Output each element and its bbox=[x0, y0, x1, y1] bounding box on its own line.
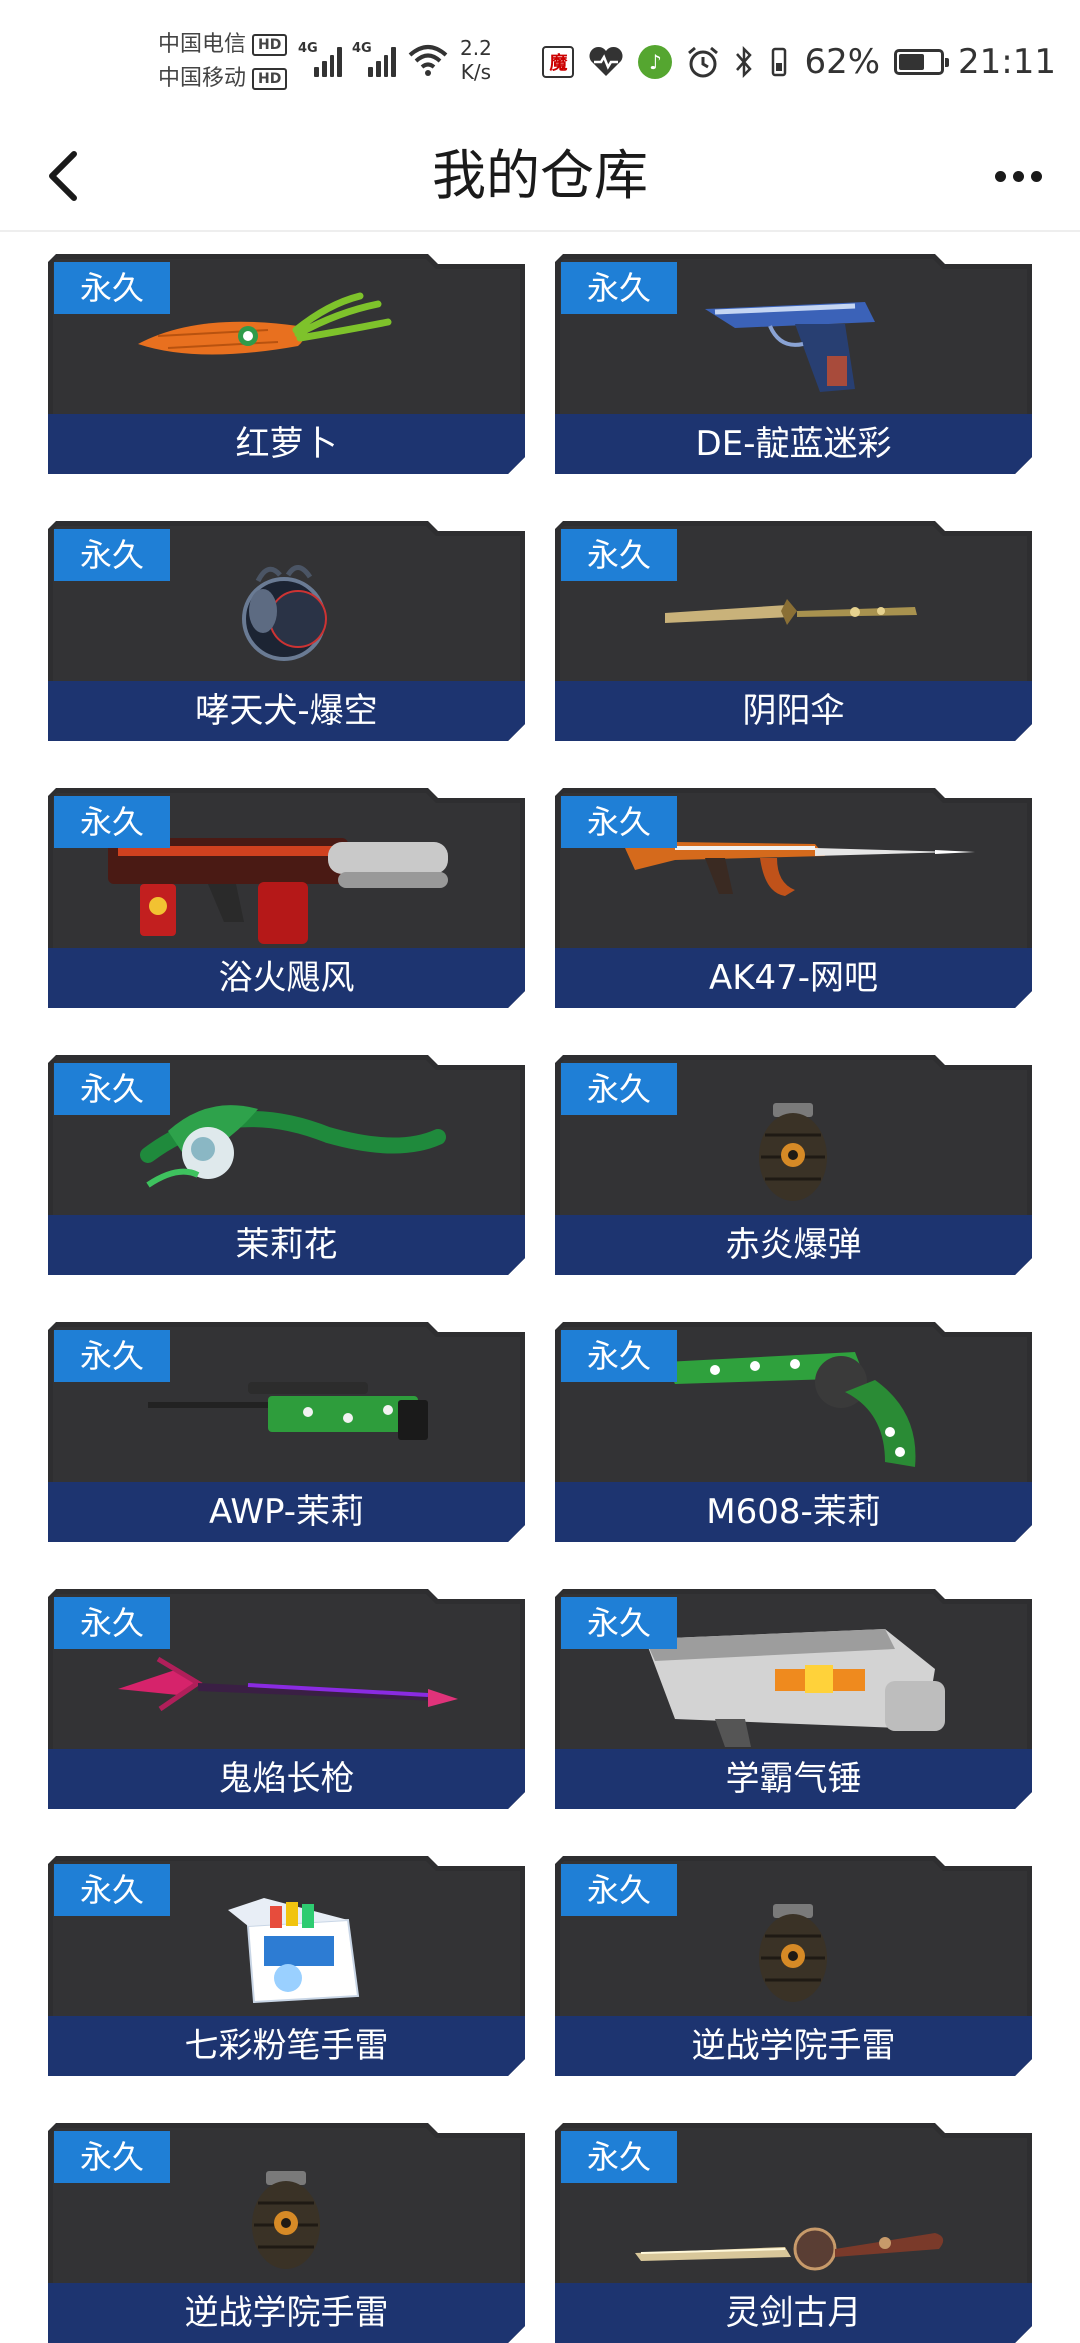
vibrate-icon bbox=[772, 47, 787, 77]
carrier-info: 中国电信 HD 中国移动 HD bbox=[158, 28, 288, 96]
item-card[interactable]: 永久 鬼焰长枪 bbox=[48, 1589, 525, 1809]
item-name: 逆战学院手雷 bbox=[184, 2293, 389, 2333]
signal-icon: 4G bbox=[352, 41, 396, 77]
item-name: AWP-茉莉 bbox=[208, 1492, 365, 1532]
item-name-bar: DE-靛蓝迷彩 bbox=[555, 414, 1032, 474]
permanent-badge: 永久 bbox=[561, 262, 677, 314]
permanent-badge: 永久 bbox=[561, 1063, 677, 1115]
permanent-badge: 永久 bbox=[54, 2131, 170, 2183]
item-name-bar: 茉莉花 bbox=[48, 1215, 525, 1275]
item-name: DE-靛蓝迷彩 bbox=[695, 424, 892, 464]
item-name: 逆战学院手雷 bbox=[691, 2026, 896, 2066]
permanent-badge: 永久 bbox=[561, 529, 677, 581]
game-app-icon: 魔 bbox=[542, 46, 575, 78]
item-card[interactable]: 永久 红萝卜 bbox=[48, 254, 525, 474]
item-name-bar: 浴火飓风 bbox=[48, 948, 525, 1008]
item-name: 浴火飓风 bbox=[218, 958, 355, 998]
permanent-badge: 永久 bbox=[561, 1330, 677, 1382]
item-card[interactable]: 永久 赤炎爆弹 bbox=[555, 1055, 1032, 1275]
item-name-bar: AWP-茉莉 bbox=[48, 1482, 525, 1542]
item-name-bar: 哮天犬-爆空 bbox=[48, 681, 525, 741]
network-icons: 4G 4G 2.2 K/s bbox=[298, 30, 492, 90]
item-name: 灵剑古月 bbox=[725, 2293, 862, 2333]
network-type-label: 4G bbox=[298, 41, 318, 56]
item-name-bar: 灵剑古月 bbox=[555, 2283, 1032, 2343]
item-card[interactable]: 永久 灵剑古月 bbox=[555, 2123, 1032, 2343]
item-name: 阴阳伞 bbox=[742, 691, 845, 731]
status-bar: 中国电信 HD 中国移动 HD 4G 4G 2.2 K/s 魔 ♪ 62% 21… bbox=[0, 0, 1080, 122]
item-card[interactable]: 永久 学霸气锤 bbox=[555, 1589, 1032, 1809]
carrier-1: 中国电信 bbox=[158, 32, 247, 57]
item-name: 红萝卜 bbox=[235, 424, 338, 464]
item-card[interactable]: 永久 AK47-网吧 bbox=[555, 788, 1032, 1008]
permanent-badge: 永久 bbox=[561, 1864, 677, 1916]
item-card[interactable]: 永久 逆战学院手雷 bbox=[555, 1856, 1032, 2076]
hd-badge: HD bbox=[252, 34, 288, 56]
item-name-bar: 阴阳伞 bbox=[555, 681, 1032, 741]
item-card[interactable]: 永久 AWP-茉莉 bbox=[48, 1322, 525, 1542]
more-icon bbox=[994, 170, 1006, 182]
item-name: 学霸气锤 bbox=[725, 1759, 862, 1799]
permanent-badge: 永久 bbox=[54, 1063, 170, 1115]
item-card[interactable]: 永久 阴阳伞 bbox=[555, 521, 1032, 741]
item-name: AK47-网吧 bbox=[708, 958, 879, 998]
item-name-bar: 逆战学院手雷 bbox=[48, 2283, 525, 2343]
item-card[interactable]: 永久 浴火飓风 bbox=[48, 788, 525, 1008]
permanent-badge: 永久 bbox=[561, 796, 677, 848]
item-card[interactable]: 永久 哮天犬-爆空 bbox=[48, 521, 525, 741]
app-header: 我的仓库 bbox=[0, 122, 1080, 232]
item-name: 茉莉花 bbox=[235, 1225, 338, 1265]
item-name-bar: 赤炎爆弹 bbox=[555, 1215, 1032, 1275]
item-name-bar: 学霸气锤 bbox=[555, 1749, 1032, 1809]
hd-badge: HD bbox=[252, 68, 288, 90]
item-name: 鬼焰长枪 bbox=[218, 1759, 355, 1799]
item-card[interactable]: 永久 DE-靛蓝迷彩 bbox=[555, 254, 1032, 474]
item-name: M608-茉莉 bbox=[706, 1492, 881, 1532]
item-name-bar: 鬼焰长枪 bbox=[48, 1749, 525, 1809]
item-name-bar: AK47-网吧 bbox=[555, 948, 1032, 1008]
permanent-badge: 永久 bbox=[54, 1330, 170, 1382]
item-name-bar: M608-茉莉 bbox=[555, 1482, 1032, 1542]
item-name: 七彩粉笔手雷 bbox=[184, 2026, 389, 2066]
permanent-badge: 永久 bbox=[54, 262, 170, 314]
permanent-badge: 永久 bbox=[54, 1597, 170, 1649]
item-name-bar: 七彩粉笔手雷 bbox=[48, 2016, 525, 2076]
wifi-icon bbox=[408, 45, 448, 76]
alarm-icon bbox=[688, 46, 719, 78]
item-name-bar: 红萝卜 bbox=[48, 414, 525, 474]
permanent-badge: 永久 bbox=[561, 2131, 677, 2183]
item-card[interactable]: 永久 茉莉花 bbox=[48, 1055, 525, 1275]
item-name-bar: 逆战学院手雷 bbox=[555, 2016, 1032, 2076]
permanent-badge: 永久 bbox=[54, 1864, 170, 1916]
clock-time: 21:11 bbox=[958, 42, 1056, 82]
network-type-label: 4G bbox=[352, 41, 372, 56]
permanent-badge: 永久 bbox=[54, 529, 170, 581]
health-icon bbox=[589, 46, 623, 76]
music-app-icon: ♪ bbox=[638, 45, 673, 79]
battery-icon bbox=[894, 49, 950, 75]
item-card[interactable]: 永久 M608-茉莉 bbox=[555, 1322, 1032, 1542]
signal-icon: 4G bbox=[298, 41, 342, 77]
item-name: 赤炎爆弹 bbox=[725, 1225, 862, 1265]
permanent-badge: 永久 bbox=[54, 796, 170, 848]
status-right: 魔 ♪ 62% 21:11 bbox=[542, 40, 1056, 84]
page-title: 我的仓库 bbox=[432, 144, 648, 207]
network-speed: 2.2 K/s bbox=[460, 36, 492, 84]
bluetooth-icon bbox=[736, 45, 753, 79]
more-options-button[interactable] bbox=[986, 152, 1050, 200]
item-card[interactable]: 永久 逆战学院手雷 bbox=[48, 2123, 525, 2343]
carrier-2: 中国移动 bbox=[158, 66, 247, 91]
battery-percent: 62% bbox=[804, 42, 881, 82]
item-name: 哮天犬-爆空 bbox=[195, 691, 378, 731]
item-card[interactable]: 永久 七彩粉笔手雷 bbox=[48, 1856, 525, 2076]
permanent-badge: 永久 bbox=[561, 1597, 677, 1649]
